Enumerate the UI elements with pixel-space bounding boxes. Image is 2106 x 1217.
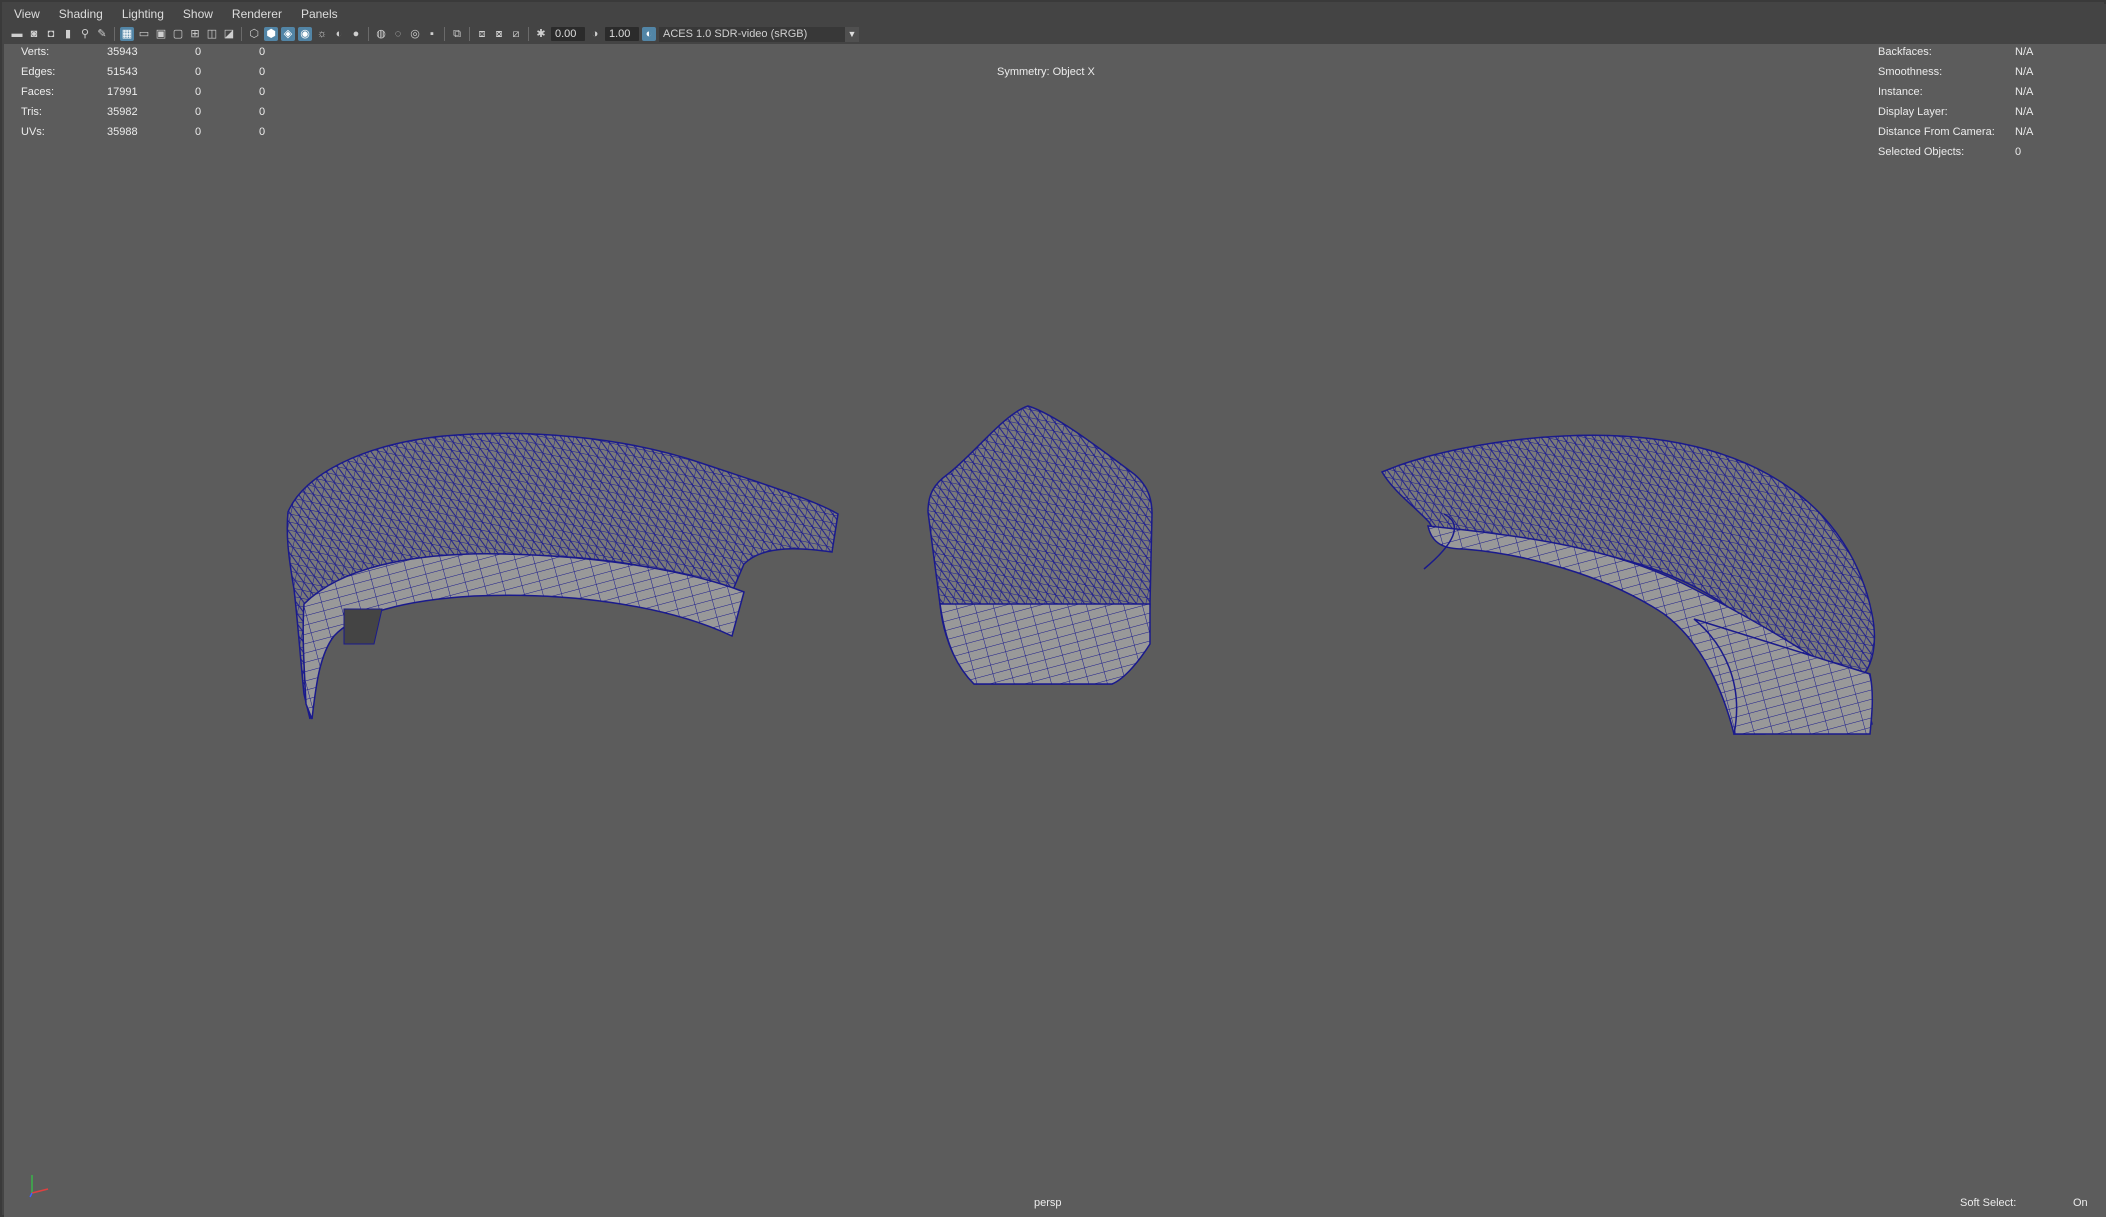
toolbar-separator <box>528 27 529 41</box>
maya-viewport-panel: View Shading Lighting Show Renderer Pane… <box>0 0 2106 1217</box>
textured-icon[interactable]: ◉ <box>298 27 312 41</box>
color-space-label: ACES 1.0 SDR-video (sRGB) <box>663 27 808 40</box>
grease-pencil-icon[interactable]: ✎ <box>95 27 109 41</box>
field-chart-icon[interactable]: ⊞ <box>188 27 202 41</box>
menu-lighting[interactable]: Lighting <box>112 7 173 21</box>
toolbar-separator <box>444 27 445 41</box>
toolbar-separator <box>114 27 115 41</box>
depth-of-field-icon[interactable]: ◎ <box>408 27 422 41</box>
view-transform-icon[interactable]: ◐ <box>642 27 656 41</box>
panel-menu-bar: View Shading Lighting Show Renderer Pane… <box>4 4 2106 24</box>
wireframe-on-shaded-icon[interactable]: ◈ <box>281 27 295 41</box>
wireframe-icon[interactable]: ⬡ <box>247 27 261 41</box>
anti-aliasing-icon[interactable]: ◌ <box>391 27 405 41</box>
use-all-lights-icon[interactable]: ☼ <box>315 27 329 41</box>
exposure-icon[interactable]: ✱ <box>534 27 548 41</box>
xray-joints-icon[interactable]: ⧈ <box>475 27 489 41</box>
xray-components-icon[interactable]: ⧇ <box>492 27 506 41</box>
isolate-select-icon[interactable]: ▪ <box>425 27 439 41</box>
camera-attributes-icon[interactable]: ◙ <box>27 27 41 41</box>
mesh-wireframes <box>286 405 1876 735</box>
panel-toolbar: ▬ ◙ ◘ ▮ ⚲ ✎ ▦ ▭ ▣ ▢ ⊞ ◫ ◪ ⬡ ⬢ ◈ ◉ ☼ ◐ ● … <box>4 24 2106 44</box>
ambient-occlusion-icon[interactable]: ● <box>349 27 363 41</box>
shadows-icon[interactable]: ◐ <box>332 27 346 41</box>
toolbar-separator <box>368 27 369 41</box>
color-space-dropdown[interactable]: ACES 1.0 SDR-video (sRGB) ▼ <box>659 26 859 42</box>
center-mesh[interactable] <box>927 405 1153 685</box>
motion-blur-icon[interactable]: ◍ <box>374 27 388 41</box>
gamma-icon[interactable]: ◑ <box>588 27 602 41</box>
image-plane-icon[interactable]: ▮ <box>61 27 75 41</box>
chevron-down-icon[interactable]: ▼ <box>845 26 859 42</box>
safe-title-icon[interactable]: ◪ <box>222 27 236 41</box>
grid-icon[interactable]: ▦ <box>120 27 134 41</box>
3d-viewport[interactable]: Verts: 35943 0 0 Edges: 51543 0 0 Faces: 17991 0 0 T… <box>4 44 2106 1217</box>
menu-show[interactable]: Show <box>173 7 222 21</box>
menu-view[interactable]: View <box>4 7 49 21</box>
menu-panels[interactable]: Panels <box>291 7 347 21</box>
exposure-field[interactable]: 0.00 <box>551 27 585 41</box>
soft-select-label: Soft Select: <box>1960 1197 2017 1209</box>
smooth-shade-icon[interactable]: ⬢ <box>264 27 278 41</box>
soft-select-value: On <box>2073 1197 2088 1209</box>
film-gate-icon[interactable]: ▭ <box>137 27 151 41</box>
gate-mask-icon[interactable]: ▢ <box>171 27 185 41</box>
backface-culling-icon[interactable]: ⧄ <box>509 27 523 41</box>
view-axis-icon <box>29 1175 49 1198</box>
camera-name-label: persp <box>1034 1197 1062 1209</box>
toolbar-separator <box>241 27 242 41</box>
xray-icon[interactable]: ⧉ <box>450 27 464 41</box>
2d-pan-zoom-icon[interactable]: ⚲ <box>78 27 92 41</box>
select-camera-icon[interactable]: ▬ <box>10 27 24 41</box>
safe-action-icon[interactable]: ◫ <box>205 27 219 41</box>
menu-renderer[interactable]: Renderer <box>222 7 291 21</box>
menu-shading[interactable]: Shading <box>49 7 112 21</box>
resolution-gate-icon[interactable]: ▣ <box>154 27 168 41</box>
toolbar-separator <box>469 27 470 41</box>
bookmark-camera-icon[interactable]: ◘ <box>44 27 58 41</box>
right-horn-mesh[interactable] <box>1380 434 1876 735</box>
gamma-field[interactable]: 1.00 <box>605 27 639 41</box>
left-horn-mesh[interactable] <box>286 432 839 720</box>
